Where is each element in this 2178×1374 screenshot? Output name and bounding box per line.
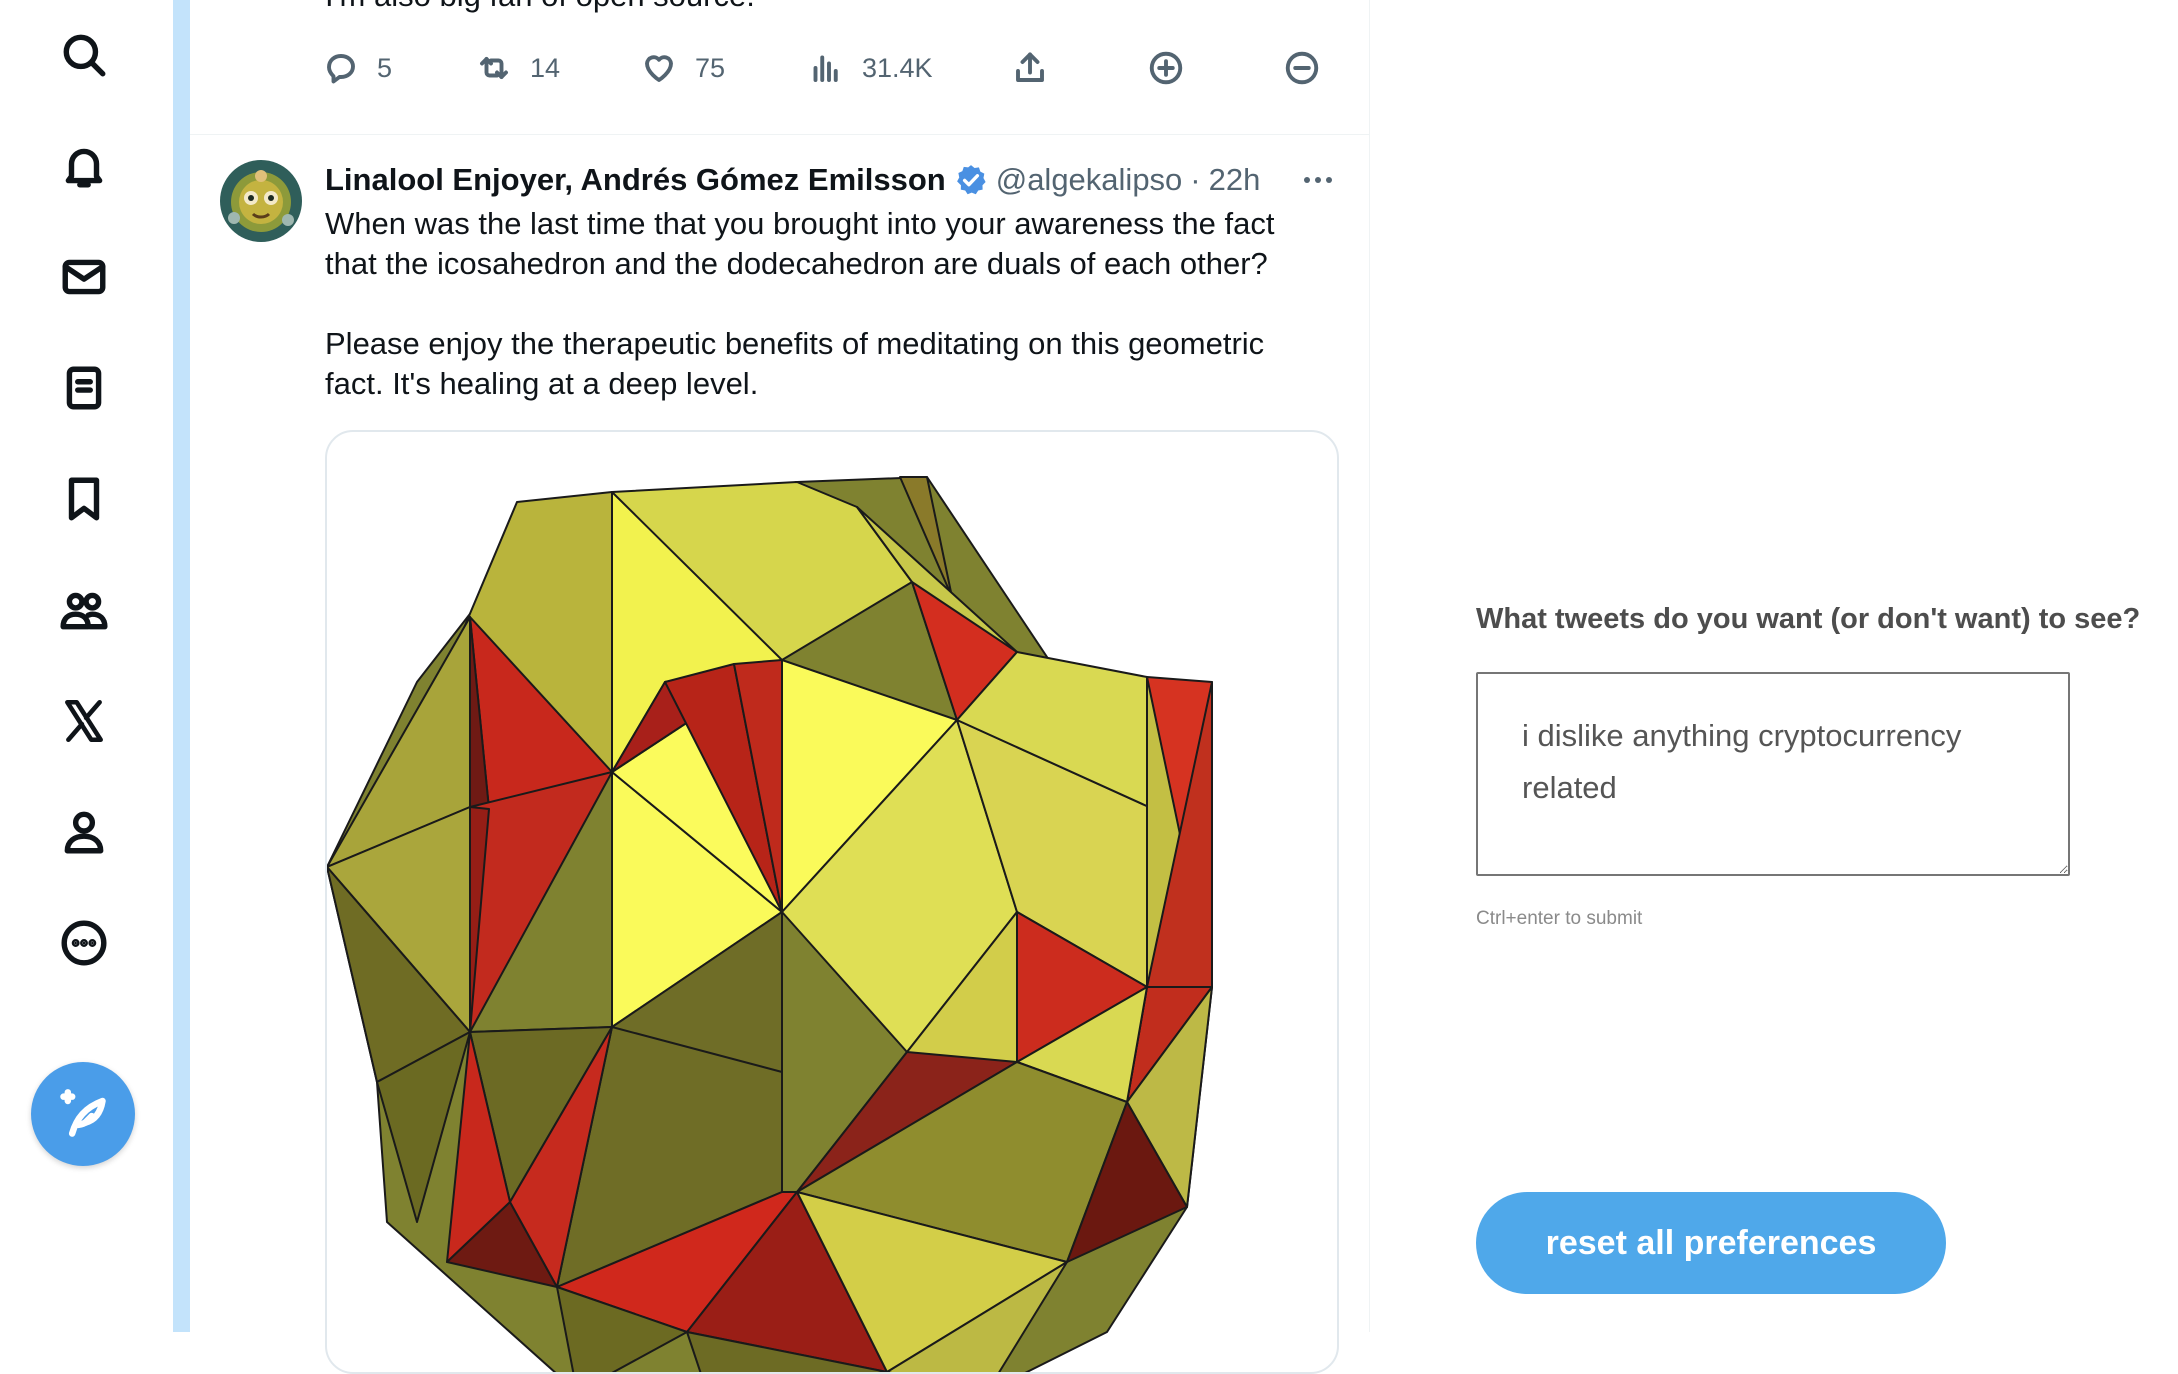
view-count: 31.4K [862, 52, 933, 83]
tweet-header: Linalool Enjoyer, Andrés Gómez Emilsson … [325, 160, 1260, 200]
share-button[interactable] [1012, 50, 1048, 86]
share-icon [1016, 52, 1044, 82]
downvote-button[interactable] [1284, 50, 1320, 86]
tweet-more-button[interactable] [1296, 160, 1340, 200]
communities-icon [60, 592, 108, 630]
reset-preferences-button[interactable]: reset all preferences [1476, 1192, 1946, 1294]
avatar-image [220, 160, 302, 242]
nav-bookmarks[interactable] [44, 459, 124, 539]
profile-icon [64, 811, 104, 854]
minus-circle-icon [1285, 51, 1319, 85]
thread-connector [173, 0, 190, 1332]
author-name[interactable]: Linalool Enjoyer, Andrés Gómez Emilsson [325, 162, 946, 198]
like-button[interactable]: 75 [641, 50, 725, 86]
plus-circle-icon [1149, 51, 1183, 85]
nav-lists[interactable] [44, 348, 124, 428]
timeline-border [1369, 0, 1370, 1332]
reply-count: 5 [377, 52, 393, 83]
views-button[interactable]: 31.4K [808, 50, 933, 86]
preferences-title: What tweets do you want (or don't want) … [1476, 603, 2141, 635]
preferences-input[interactable] [1476, 672, 2070, 876]
nav-profile[interactable] [44, 792, 124, 872]
more-circle-icon [61, 920, 107, 966]
nav-x-premium[interactable] [44, 681, 124, 761]
compose-button[interactable] [31, 1062, 135, 1166]
nav-more[interactable] [44, 903, 124, 983]
reply-button[interactable]: 5 [323, 50, 392, 86]
bell-icon [65, 148, 103, 188]
avatar[interactable] [220, 160, 302, 242]
bookmark-icon [68, 477, 100, 521]
like-count: 75 [695, 52, 726, 83]
retweet-button[interactable]: 14 [476, 50, 560, 86]
prev-tweet-actions: 5 14 75 31.4K [0, 50, 1369, 106]
nav-notifications[interactable] [44, 126, 124, 206]
reply-icon [327, 54, 355, 84]
tweet-divider [190, 134, 1369, 135]
lists-icon [66, 366, 102, 410]
tweet-paragraph: When was the last time that you brought … [325, 206, 1275, 281]
compose-feather-icon [60, 1089, 106, 1137]
more-dots-icon [1304, 177, 1332, 183]
retweet-icon [480, 57, 508, 79]
tweet-body: When was the last time that you brought … [325, 204, 1325, 404]
author-handle[interactable]: @algekalipso [996, 162, 1183, 198]
verified-badge-icon [956, 165, 986, 195]
polyhedron-image [327, 476, 1213, 1372]
heart-icon [645, 55, 673, 82]
tweet-media[interactable] [325, 430, 1339, 1374]
nav-messages[interactable] [44, 237, 124, 317]
upvote-button[interactable] [1148, 50, 1184, 86]
submit-hint: Ctrl+enter to submit [1476, 908, 1643, 929]
nav-communities[interactable] [44, 570, 124, 650]
retweet-count: 14 [530, 52, 561, 83]
prev-tweet-text: I'm also big fan of open source. [325, 0, 755, 14]
sidebar-nav [0, 0, 170, 1332]
mail-icon [62, 259, 106, 295]
meta-separator: · [1190, 162, 1201, 197]
views-chart-icon [813, 55, 838, 82]
x-logo-icon [65, 699, 103, 743]
tweet-time[interactable]: 22h [1209, 162, 1261, 198]
tweet-paragraph: Please enjoy the therapeutic benefits of… [325, 326, 1265, 401]
